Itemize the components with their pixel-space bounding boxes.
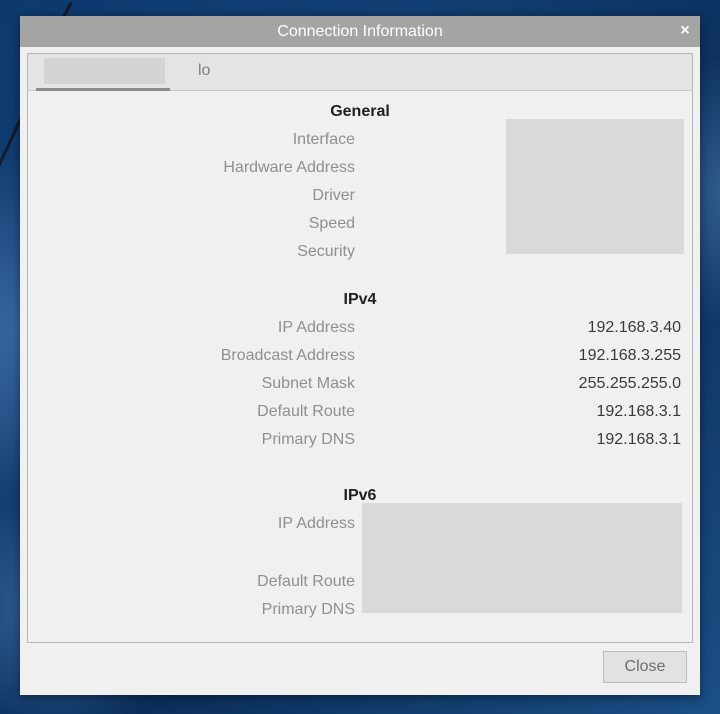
ipv6-default-route-label: Default Route (257, 573, 355, 590)
ipv4-broadcast-address-value: 192.168.3.255 (578, 347, 681, 364)
tab-active-interface[interactable] (36, 54, 170, 91)
tab-bar: lo (28, 54, 692, 91)
general-security-label: Security (297, 243, 355, 260)
close-icon[interactable]: × (676, 22, 694, 40)
ipv4-ip-address-value: 192.168.3.40 (587, 319, 681, 336)
general-interface-label: Interface (292, 131, 355, 148)
close-button[interactable]: Close (603, 651, 687, 683)
tab-lo-label: lo (198, 62, 211, 79)
connection-info-dialog: Connection Information × lo General Inte… (20, 16, 700, 695)
titlebar: Connection Information × (20, 16, 700, 47)
tab-active-indicator (36, 88, 170, 91)
interface-notebook: lo General Interface Hardware Address Dr… (27, 53, 693, 643)
ipv4-default-route-value: 192.168.3.1 (596, 403, 681, 420)
general-hardware-address-label: Hardware Address (223, 159, 355, 176)
tab-label-redacted (44, 58, 165, 84)
ipv4-subnet-mask-value: 255.255.255.0 (578, 375, 681, 392)
ipv4-broadcast-address-label: Broadcast Address (220, 347, 355, 364)
general-values-redacted (506, 119, 684, 254)
ipv4-primary-dns-value: 192.168.3.1 (596, 431, 681, 448)
ipv6-values-redacted (362, 503, 682, 613)
ipv4-ip-address-label: IP Address (277, 319, 355, 336)
general-driver-label: Driver (312, 187, 355, 204)
ipv6-ip-address-label: IP Address (277, 515, 355, 532)
ipv6-primary-dns-label: Primary DNS (261, 601, 355, 618)
window-title: Connection Information (277, 23, 443, 40)
ipv4-default-route-label: Default Route (257, 403, 355, 420)
ipv4-heading: IPv4 (343, 291, 377, 308)
general-speed-label: Speed (308, 215, 355, 232)
ipv4-primary-dns-label: Primary DNS (261, 431, 355, 448)
ipv4-subnet-mask-label: Subnet Mask (261, 375, 355, 392)
tab-lo[interactable]: lo (170, 54, 240, 90)
